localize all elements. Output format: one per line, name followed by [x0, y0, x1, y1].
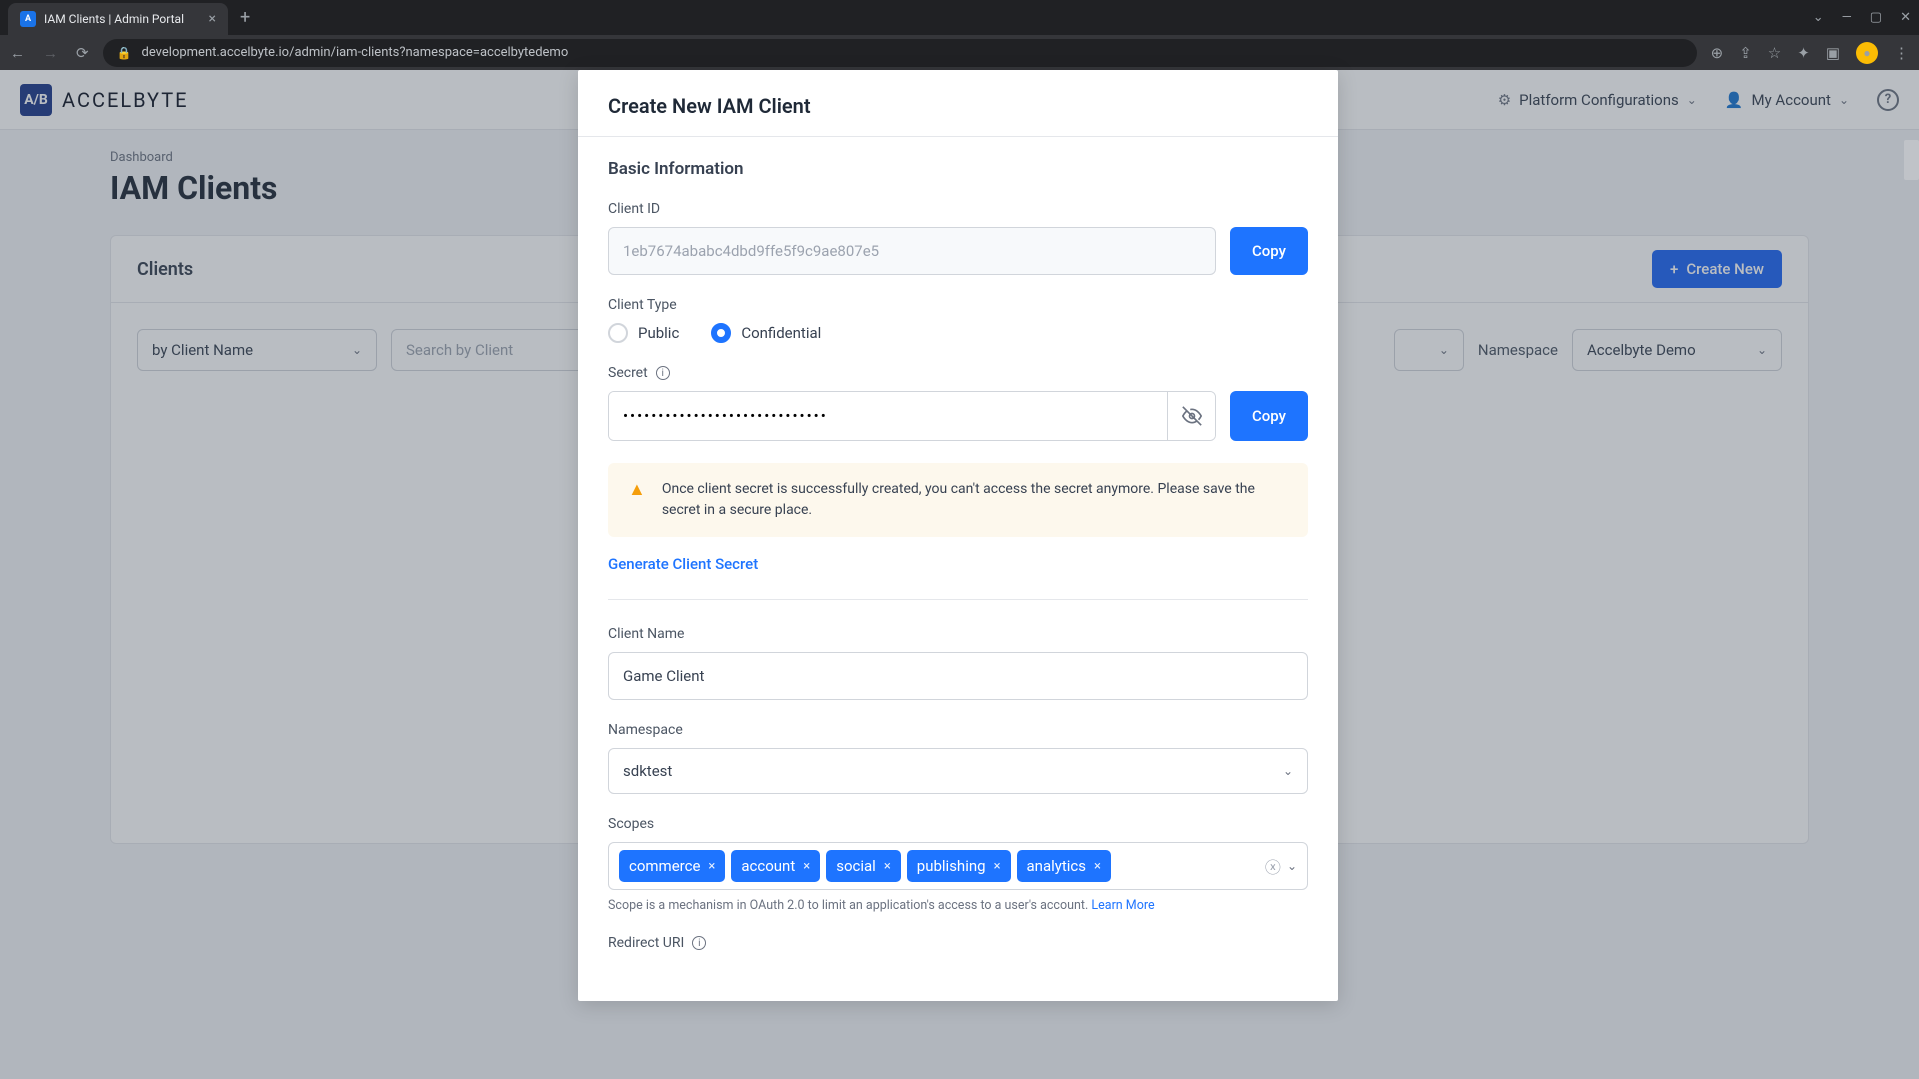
remove-tag-icon[interactable]: ×	[803, 859, 810, 874]
remove-tag-icon[interactable]: ×	[708, 859, 715, 874]
forward-icon[interactable]: →	[43, 44, 58, 62]
remove-tag-icon[interactable]: ×	[1094, 859, 1101, 874]
remove-tag-icon[interactable]: ×	[884, 859, 891, 874]
secret-warning: ▲ Once client secret is successfully cre…	[608, 463, 1308, 537]
lock-icon: 🔒	[117, 46, 132, 60]
client-type-label: Client Type	[608, 297, 1308, 313]
scrollbar-thumb[interactable]	[1904, 140, 1919, 180]
toggle-secret-visibility-icon[interactable]	[1167, 392, 1215, 440]
divider	[608, 599, 1308, 600]
scopes-input[interactable]: commerce× account× social× publishing× a…	[608, 842, 1308, 890]
url-input[interactable]: 🔒 development.accelbyte.io/admin/iam-cli…	[103, 39, 1697, 67]
extensions-icon[interactable]: ✦	[1797, 44, 1810, 62]
new-tab-button[interactable]: +	[240, 7, 250, 28]
client-name-field[interactable]	[608, 652, 1308, 700]
info-icon[interactable]: i	[656, 366, 670, 380]
scopes-label: Scopes	[608, 816, 1308, 832]
chevron-down-icon[interactable]: ⌄	[1813, 10, 1824, 25]
share-icon[interactable]: ⇪	[1739, 44, 1752, 62]
namespace-select[interactable]: sdktest ⌄	[608, 748, 1308, 794]
panel-icon[interactable]: ▣	[1826, 44, 1840, 62]
client-type-public-radio[interactable]: Public	[608, 323, 679, 343]
window-controls: ⌄ — ▢ ✕	[1813, 10, 1911, 25]
browser-tab-strip: A IAM Clients | Admin Portal × + ⌄ — ▢ ✕	[0, 0, 1919, 35]
generate-secret-link[interactable]: Generate Client Secret	[608, 555, 1308, 573]
tab-close-icon[interactable]: ×	[209, 11, 216, 27]
chevron-down-icon[interactable]: ⌄	[1287, 859, 1297, 873]
kebab-menu-icon[interactable]: ⋮	[1894, 44, 1909, 62]
copy-secret-button[interactable]: Copy	[1230, 391, 1308, 441]
client-id-field[interactable]	[608, 227, 1216, 275]
tab-favicon: A	[20, 11, 36, 27]
client-id-label: Client ID	[608, 201, 1308, 217]
radio-checked-icon	[711, 323, 731, 343]
close-window-icon[interactable]: ✕	[1900, 10, 1911, 25]
scope-tag[interactable]: publishing×	[907, 850, 1011, 882]
address-bar: ← → ⟳ 🔒 development.accelbyte.io/admin/i…	[0, 35, 1919, 70]
radio-unchecked-icon	[608, 323, 628, 343]
scope-tag[interactable]: analytics×	[1017, 850, 1111, 882]
copy-client-id-button[interactable]: Copy	[1230, 227, 1308, 275]
back-icon[interactable]: ←	[10, 44, 25, 62]
redirect-uri-label: Redirect URI i	[608, 935, 1308, 951]
secret-label: Secret i	[608, 365, 1308, 381]
clear-all-tags-icon[interactable]: ⓧ	[1265, 854, 1281, 878]
namespace-label: Namespace	[608, 722, 1308, 738]
warning-icon: ▲	[628, 479, 646, 521]
info-icon[interactable]: i	[692, 936, 706, 950]
scope-tag[interactable]: social×	[826, 850, 901, 882]
zoom-icon[interactable]: ⊕	[1711, 44, 1724, 62]
maximize-icon[interactable]: ▢	[1870, 10, 1882, 25]
remove-tag-icon[interactable]: ×	[994, 859, 1001, 874]
profile-avatar[interactable]: ●	[1856, 42, 1878, 64]
chevron-down-icon: ⌄	[1283, 764, 1293, 778]
section-basic-info: Basic Information	[608, 159, 1308, 179]
browser-tab[interactable]: A IAM Clients | Admin Portal ×	[8, 3, 228, 35]
scope-tag[interactable]: account×	[731, 850, 820, 882]
client-type-confidential-radio[interactable]: Confidential	[711, 323, 821, 343]
minimize-icon[interactable]: —	[1842, 10, 1852, 25]
scopes-hint: Scope is a mechanism in OAuth 2.0 to lim…	[608, 898, 1308, 913]
client-name-label: Client Name	[608, 626, 1308, 642]
url-text: development.accelbyte.io/admin/iam-clien…	[142, 45, 569, 60]
reload-icon[interactable]: ⟳	[76, 44, 89, 62]
create-iam-client-modal: Create New IAM Client Basic Information …	[578, 70, 1338, 1001]
learn-more-link[interactable]: Learn More	[1091, 898, 1154, 913]
scope-tag[interactable]: commerce×	[619, 850, 725, 882]
tab-title: IAM Clients | Admin Portal	[44, 12, 201, 26]
secret-field[interactable]	[609, 392, 1167, 440]
modal-title: Create New IAM Client	[608, 94, 1308, 118]
bookmark-icon[interactable]: ☆	[1768, 44, 1781, 62]
